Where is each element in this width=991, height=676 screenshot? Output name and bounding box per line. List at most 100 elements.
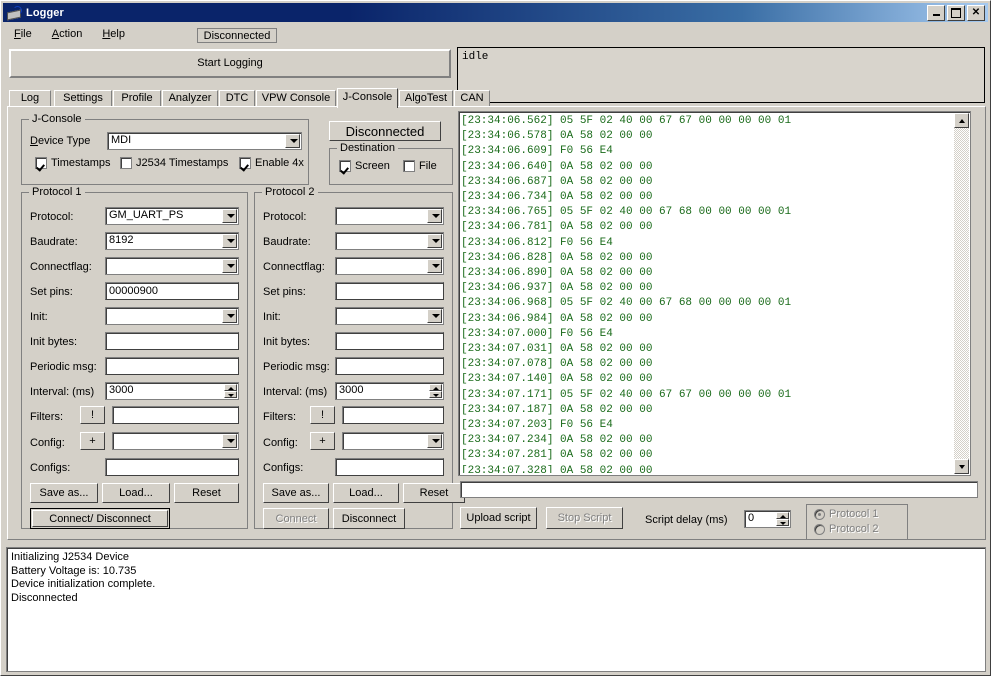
p2-filters-button[interactable]: ! bbox=[310, 406, 335, 424]
script-protocol-radio-group: Protocol 1 Protocol 2 bbox=[806, 504, 908, 540]
chevron-down-icon[interactable] bbox=[427, 259, 442, 273]
stepper-down-icon[interactable] bbox=[429, 391, 442, 398]
connection-status-button[interactable]: Disconnected bbox=[329, 121, 441, 141]
log-line: Device initialization complete. bbox=[11, 578, 156, 590]
p1-filters-input[interactable] bbox=[112, 406, 239, 424]
chevron-down-icon[interactable] bbox=[427, 309, 442, 323]
application-window: Logger ✕ File Action Help Disconnected S… bbox=[0, 0, 991, 676]
p2-init-label: Init: bbox=[263, 311, 281, 323]
p1-filters-label: Filters: bbox=[30, 411, 63, 423]
tab-vpw-console[interactable]: VPW Console bbox=[256, 90, 336, 107]
p2-configs-input[interactable] bbox=[335, 458, 444, 476]
chevron-down-icon[interactable] bbox=[222, 434, 237, 448]
p1-init-combo[interactable] bbox=[105, 307, 239, 325]
menu-help[interactable]: Help bbox=[92, 26, 135, 42]
tab-settings[interactable]: Settings bbox=[54, 90, 112, 107]
chevron-down-icon[interactable] bbox=[427, 209, 442, 223]
stepper-down-icon[interactable] bbox=[224, 391, 237, 398]
stepper-up-icon[interactable] bbox=[224, 384, 237, 391]
p1-initbytes-input[interactable] bbox=[105, 332, 239, 350]
p1-setpins-label: Set pins: bbox=[30, 286, 73, 298]
p1-baudrate-combo[interactable]: 8192 bbox=[105, 232, 239, 250]
window-controls: ✕ bbox=[927, 4, 985, 21]
p2-load-button[interactable]: Load... bbox=[333, 483, 399, 503]
tab-can[interactable]: CAN bbox=[454, 90, 490, 107]
script-delay-stepper[interactable]: 0 bbox=[744, 510, 791, 528]
chevron-down-icon[interactable] bbox=[222, 259, 237, 273]
p1-connect-disconnect-button[interactable]: Connect/ Disconnect bbox=[30, 508, 170, 529]
p2-initbytes-input[interactable] bbox=[335, 332, 444, 350]
p1-setpins-input[interactable]: 00000900 bbox=[105, 282, 239, 300]
close-icon[interactable]: ✕ bbox=[967, 4, 985, 21]
stepper-down-icon[interactable] bbox=[776, 519, 789, 526]
destination-screen-checkbox[interactable]: Screen bbox=[339, 160, 390, 172]
command-input[interactable] bbox=[460, 481, 978, 498]
console-scrollbar[interactable] bbox=[954, 113, 969, 474]
scroll-down-icon[interactable] bbox=[954, 459, 969, 474]
p1-configs-input[interactable] bbox=[105, 458, 239, 476]
chevron-down-icon[interactable] bbox=[427, 234, 442, 248]
j2534-timestamps-checkbox[interactable]: J2534 Timestamps bbox=[120, 157, 228, 169]
p2-reset-button[interactable]: Reset bbox=[403, 483, 465, 503]
maximize-icon[interactable] bbox=[947, 4, 965, 21]
bottom-status-log[interactable]: Initializing J2534 Device Battery Voltag… bbox=[6, 547, 986, 672]
p2-filters-input[interactable] bbox=[342, 406, 444, 424]
tab-dtc[interactable]: DTC bbox=[219, 90, 255, 107]
menu-action[interactable]: Action bbox=[42, 26, 93, 42]
scroll-up-icon[interactable] bbox=[954, 113, 969, 128]
p2-disconnect-button[interactable]: Disconnect bbox=[333, 508, 405, 529]
message-console[interactable]: [23:34:06.562] 05 5F 02 40 00 67 67 00 0… bbox=[458, 111, 971, 476]
tab-log[interactable]: Log bbox=[9, 90, 51, 107]
p1-connectflag-combo[interactable] bbox=[105, 257, 239, 275]
enable4x-checkbox[interactable]: Enable 4x bbox=[239, 157, 304, 169]
p2-init-combo[interactable] bbox=[335, 307, 444, 325]
chevron-down-icon[interactable] bbox=[222, 209, 237, 223]
upload-script-button[interactable]: Upload script bbox=[460, 507, 537, 529]
p2-baudrate-combo[interactable] bbox=[335, 232, 444, 250]
p1-load-button[interactable]: Load... bbox=[102, 483, 170, 503]
destination-file-checkbox[interactable]: File bbox=[403, 160, 437, 172]
radio-unselected-icon bbox=[814, 523, 825, 535]
tab-j-console[interactable]: J-Console bbox=[337, 88, 398, 108]
p2-interval-stepper[interactable]: 3000 bbox=[335, 382, 444, 400]
tab-analyzer[interactable]: Analyzer bbox=[162, 90, 218, 107]
tab-algotest[interactable]: AlgoTest bbox=[399, 90, 453, 107]
p2-save-as-button[interactable]: Save as... bbox=[263, 483, 329, 503]
p2-periodicmsg-input[interactable] bbox=[335, 357, 444, 375]
p1-config-combo[interactable] bbox=[112, 432, 239, 450]
start-logging-button[interactable]: Start Logging bbox=[9, 49, 451, 78]
script-protocol2-radio[interactable]: Protocol 2 bbox=[814, 523, 879, 535]
p1-periodicmsg-input[interactable] bbox=[105, 357, 239, 375]
protocol2-group: Protocol 2 Protocol: Baudrate: Connectfl… bbox=[254, 186, 465, 529]
p1-config-button[interactable]: + bbox=[80, 432, 105, 450]
stepper-up-icon[interactable] bbox=[429, 384, 442, 391]
chevron-down-icon[interactable] bbox=[222, 309, 237, 323]
p1-reset-button[interactable]: Reset bbox=[174, 483, 239, 503]
chevron-down-icon[interactable] bbox=[222, 234, 237, 248]
tab-profile[interactable]: Profile bbox=[113, 90, 161, 107]
p2-protocol-combo[interactable] bbox=[335, 207, 444, 225]
jconsole-group-label: J-Console bbox=[29, 113, 85, 125]
destination-screen-label: Screen bbox=[355, 160, 390, 172]
p1-save-as-button[interactable]: Save as... bbox=[30, 483, 98, 503]
p1-interval-stepper[interactable]: 3000 bbox=[105, 382, 239, 400]
p2-connectflag-combo[interactable] bbox=[335, 257, 444, 275]
stop-script-button[interactable]: Stop Script bbox=[546, 507, 623, 529]
p1-filters-button[interactable]: ! bbox=[80, 406, 105, 424]
timestamps-checkbox[interactable]: Timestamps bbox=[35, 157, 111, 169]
script-protocol1-radio[interactable]: Protocol 1 bbox=[814, 508, 879, 520]
p2-interval-value: 3000 bbox=[339, 384, 364, 396]
menu-file[interactable]: File bbox=[4, 26, 42, 42]
app-signal-device-icon bbox=[6, 5, 22, 20]
stepper-up-icon[interactable] bbox=[776, 512, 789, 519]
p1-protocol-combo[interactable]: GM_UART_PS bbox=[105, 207, 239, 225]
p2-connect-button[interactable]: Connect bbox=[263, 508, 329, 529]
minimize-icon[interactable] bbox=[927, 4, 945, 21]
chevron-down-icon[interactable] bbox=[285, 134, 300, 148]
p2-setpins-input[interactable] bbox=[335, 282, 444, 300]
device-type-combo[interactable]: MDI bbox=[107, 132, 302, 150]
p2-config-combo[interactable] bbox=[342, 432, 444, 450]
j2534-timestamps-label: J2534 Timestamps bbox=[136, 157, 229, 169]
chevron-down-icon[interactable] bbox=[427, 434, 442, 448]
p2-config-button[interactable]: + bbox=[310, 432, 335, 450]
